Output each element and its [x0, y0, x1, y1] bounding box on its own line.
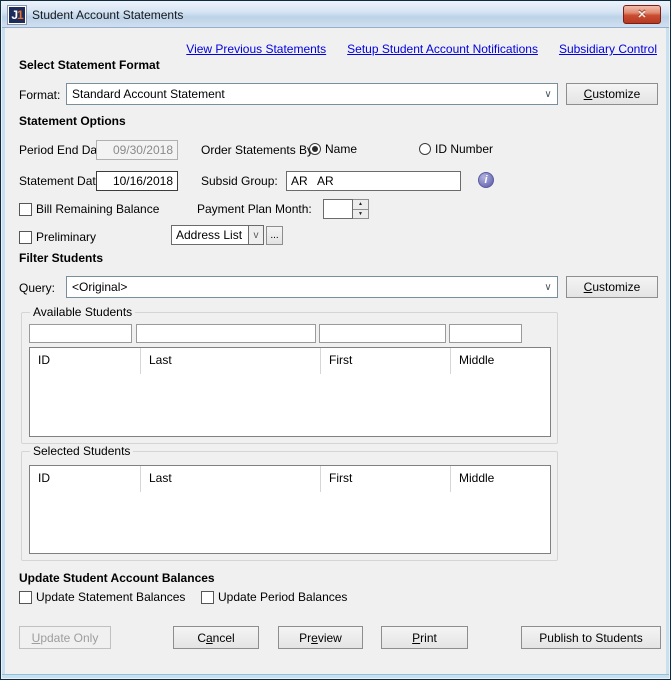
update-period-balances-checkbox[interactable] — [201, 591, 214, 604]
available-filter-id[interactable] — [29, 324, 132, 343]
update-period-balances-label: Update Period Balances — [218, 590, 347, 604]
selected-col-id[interactable]: ID — [30, 466, 140, 489]
section-statement-options: Statement Options — [19, 114, 126, 128]
preliminary-label: Preliminary — [36, 230, 96, 244]
statement-date-label: Statement Date: — [19, 174, 106, 188]
update-statement-balances-row[interactable]: Update Statement Balances — [19, 589, 185, 605]
top-links-row: View Previous Statements Setup Student A… — [1, 42, 657, 56]
available-students-title: Available Students — [30, 305, 135, 319]
spinner-up-icon[interactable]: ▲ — [353, 200, 368, 209]
query-selected-value: <Original> — [67, 280, 539, 294]
chevron-down-icon[interactable]: v — [249, 225, 264, 245]
payment-plan-month-stepper[interactable]: ▲ ▼ — [323, 199, 369, 219]
section-select-statement-format: Select Statement Format — [19, 58, 160, 72]
subsid-group-label: Subsid Group: — [201, 174, 278, 188]
format-select[interactable]: Standard Account Statement ∨ — [66, 83, 558, 105]
link-subsidiary-control[interactable]: Subsidiary Control — [559, 42, 657, 56]
title-bar[interactable]: J1 Student Account Statements ✕ — [2, 2, 669, 28]
spinner-down-icon[interactable]: ▼ — [353, 209, 368, 219]
radio-name-label: Name — [325, 142, 357, 156]
radio-id-number[interactable]: ID Number — [419, 141, 493, 157]
app-logo-icon: J1 — [8, 6, 26, 24]
window-title: Student Account Statements — [32, 8, 183, 22]
update-statement-balances-label: Update Statement Balances — [36, 590, 185, 604]
section-filter-students: Filter Students — [19, 251, 103, 265]
close-icon: ✕ — [637, 8, 646, 21]
radio-id-number-label: ID Number — [435, 142, 493, 156]
available-filter-middle[interactable] — [449, 324, 522, 343]
link-view-previous-statements[interactable]: View Previous Statements — [186, 42, 326, 56]
radio-name[interactable]: Name — [309, 141, 357, 157]
selected-students-groupbox: Selected Students ID Last First Middle — [21, 451, 558, 561]
available-col-id[interactable]: ID — [30, 348, 140, 371]
payment-plan-month-field[interactable] — [323, 199, 353, 219]
selected-col-middle[interactable]: Middle — [451, 466, 551, 489]
available-col-first[interactable]: First — [321, 348, 450, 371]
link-setup-notifications[interactable]: Setup Student Account Notifications — [347, 42, 538, 56]
bill-remaining-balance-label: Bill Remaining Balance — [36, 202, 159, 216]
update-statement-balances-checkbox[interactable] — [19, 591, 32, 604]
update-only-button: Update Only — [19, 626, 111, 649]
payment-plan-month-label: Payment Plan Month: — [197, 202, 312, 216]
preliminary-checkbox[interactable] — [19, 231, 32, 244]
available-filter-last[interactable] — [136, 324, 316, 343]
order-statements-by-label: Order Statements By — [201, 143, 313, 157]
customize-query-button[interactable]: Customize — [566, 276, 658, 298]
format-label: Format: — [19, 88, 60, 102]
address-list-value: Address List — [171, 225, 249, 245]
preview-button[interactable]: Preview — [278, 626, 363, 649]
logo-digit-1: 1 — [17, 9, 23, 21]
available-col-last[interactable]: Last — [141, 348, 320, 371]
selected-col-first[interactable]: First — [321, 466, 450, 489]
chevron-down-icon: ∨ — [539, 282, 557, 293]
radio-id-number-circle[interactable] — [419, 143, 431, 155]
selected-students-grid[interactable]: ID Last First Middle — [29, 465, 551, 554]
query-label: Query: — [19, 281, 55, 295]
format-selected-value: Standard Account Statement — [67, 87, 539, 101]
radio-name-circle[interactable] — [309, 143, 321, 155]
cancel-button[interactable]: Cancel — [173, 626, 259, 649]
available-students-groupbox: Available Students ID Last First Middle — [21, 312, 558, 444]
publish-to-students-button[interactable]: Publish to Students — [521, 626, 661, 649]
selected-col-last[interactable]: Last — [141, 466, 320, 489]
query-select[interactable]: <Original> ∨ — [66, 276, 558, 298]
period-end-date-field — [96, 140, 178, 160]
preliminary-checkbox-row[interactable]: Preliminary — [19, 229, 96, 245]
dialog-student-account-statements: J1 Student Account Statements ✕ View Pre… — [0, 0, 671, 680]
address-list-combo[interactable]: Address List v ... — [171, 225, 283, 245]
bill-remaining-balance-checkbox[interactable] — [19, 203, 32, 216]
close-button[interactable]: ✕ — [623, 5, 661, 24]
info-icon[interactable]: i — [478, 172, 494, 188]
available-col-middle[interactable]: Middle — [451, 348, 551, 371]
bill-remaining-balance-checkbox-row[interactable]: Bill Remaining Balance — [19, 201, 159, 217]
customize-format-button[interactable]: Customize — [566, 83, 658, 105]
selected-students-title: Selected Students — [30, 444, 133, 458]
chevron-down-icon: ∨ — [539, 89, 557, 100]
available-students-grid[interactable]: ID Last First Middle — [29, 347, 551, 437]
address-list-browse-button[interactable]: ... — [266, 226, 283, 245]
subsid-group-field[interactable] — [286, 171, 461, 191]
window-frame-bottom — [2, 674, 669, 678]
available-filter-first[interactable] — [319, 324, 446, 343]
update-period-balances-row[interactable]: Update Period Balances — [201, 589, 347, 605]
window-frame-right — [666, 28, 669, 678]
section-update-balances: Update Student Account Balances — [19, 571, 215, 585]
statement-date-field[interactable] — [96, 171, 178, 191]
window-frame-left — [2, 28, 5, 678]
print-button[interactable]: Print — [381, 626, 468, 649]
